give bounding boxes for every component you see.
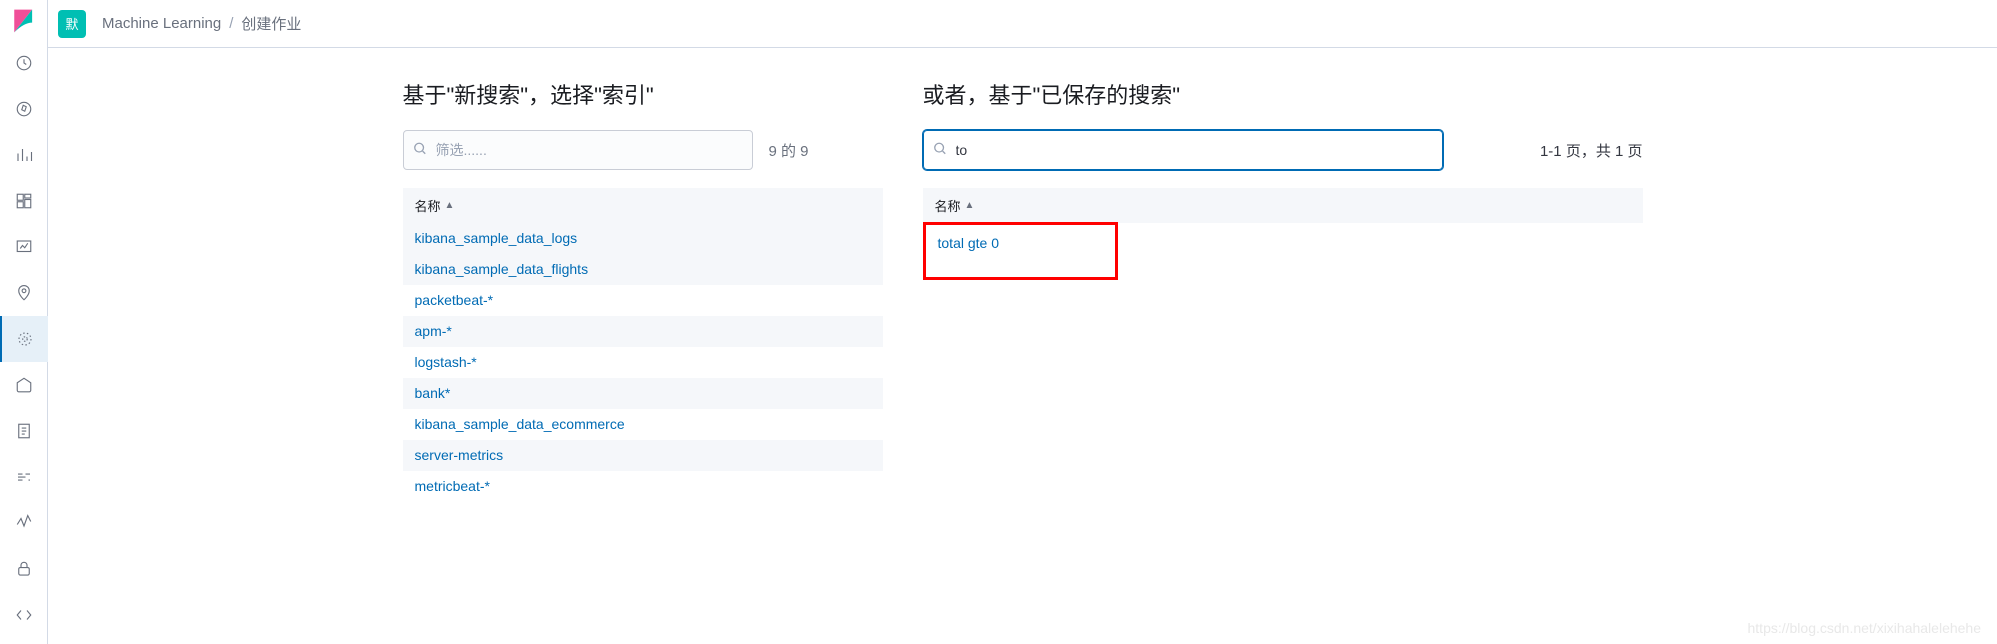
topbar: 默 Machine Learning / 创建作业 bbox=[48, 0, 1997, 48]
index-row[interactable]: server-metrics bbox=[403, 440, 883, 471]
nav-discover[interactable] bbox=[0, 86, 48, 132]
saved-search-table-header[interactable]: 名称 ▲ bbox=[923, 188, 1643, 223]
nav-siem[interactable] bbox=[0, 546, 48, 592]
highlighted-result: total gte 0 bbox=[923, 222, 1118, 280]
saved-search-table: 名称 ▲ total gte 0 bbox=[923, 188, 1643, 280]
nav-dev-tools[interactable] bbox=[0, 592, 48, 638]
index-count: 9 的 9 bbox=[769, 140, 809, 161]
saved-search-row[interactable]: total gte 0 bbox=[938, 235, 1000, 251]
nav-machine-learning[interactable] bbox=[0, 316, 48, 362]
nav-dashboard[interactable] bbox=[0, 178, 48, 224]
index-search-box bbox=[403, 130, 753, 170]
content: 基于"新搜索"，选择"索引" 9 的 9 名称 ▲ kibana_sample_… bbox=[48, 48, 1997, 644]
index-row[interactable]: packetbeat-* bbox=[403, 285, 883, 316]
index-row[interactable]: metricbeat-* bbox=[403, 471, 883, 502]
saved-search-box bbox=[923, 130, 1443, 170]
saved-search-pagination: 1-1 页，共 1 页 bbox=[1540, 140, 1643, 161]
saved-search-panel: 或者，基于"已保存的搜索" 1-1 页，共 1 页 名称 ▲ total gte… bbox=[923, 78, 1643, 644]
sort-ascending-icon: ▲ bbox=[965, 200, 975, 211]
index-row[interactable]: kibana_sample_data_logs bbox=[403, 223, 883, 254]
index-panel: 基于"新搜索"，选择"索引" 9 的 9 名称 ▲ kibana_sample_… bbox=[403, 78, 883, 644]
nav-apm[interactable] bbox=[0, 454, 48, 500]
sort-ascending-icon: ▲ bbox=[445, 200, 455, 211]
nav-uptime[interactable] bbox=[0, 500, 48, 546]
saved-search-panel-title: 或者，基于"已保存的搜索" bbox=[923, 78, 1643, 110]
index-row[interactable]: kibana_sample_data_flights bbox=[403, 254, 883, 285]
index-row[interactable]: apm-* bbox=[403, 316, 883, 347]
index-filter-input[interactable] bbox=[403, 130, 753, 170]
index-row[interactable]: kibana_sample_data_ecommerce bbox=[403, 409, 883, 440]
nav-maps[interactable] bbox=[0, 270, 48, 316]
kibana-logo[interactable] bbox=[11, 8, 37, 34]
breadcrumb-root[interactable]: Machine Learning bbox=[102, 15, 221, 32]
main-area: 默 Machine Learning / 创建作业 基于"新搜索"，选择"索引"… bbox=[48, 0, 1997, 644]
nav-visualize[interactable] bbox=[0, 132, 48, 178]
breadcrumb: Machine Learning / 创建作业 bbox=[102, 13, 301, 34]
column-name-label: 名称 bbox=[415, 196, 441, 215]
nav-canvas[interactable] bbox=[0, 224, 48, 270]
left-sidebar bbox=[0, 0, 48, 644]
nav-recently-viewed[interactable] bbox=[0, 40, 48, 86]
index-row[interactable]: logstash-* bbox=[403, 347, 883, 378]
nav-logs[interactable] bbox=[0, 408, 48, 454]
index-table: 名称 ▲ kibana_sample_data_logs kibana_samp… bbox=[403, 188, 883, 502]
index-panel-title: 基于"新搜索"，选择"索引" bbox=[403, 78, 883, 110]
space-selector[interactable]: 默 bbox=[58, 10, 86, 38]
index-table-header[interactable]: 名称 ▲ bbox=[403, 188, 883, 223]
column-name-label: 名称 bbox=[935, 196, 961, 215]
index-row[interactable]: bank* bbox=[403, 378, 883, 409]
saved-search-filter-input[interactable] bbox=[923, 130, 1443, 170]
breadcrumb-current: 创建作业 bbox=[241, 13, 301, 34]
breadcrumb-separator: / bbox=[229, 15, 233, 32]
nav-infrastructure[interactable] bbox=[0, 362, 48, 408]
